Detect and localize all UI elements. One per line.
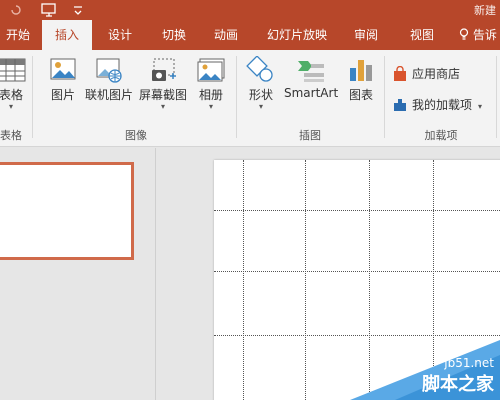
addins-icon bbox=[394, 99, 406, 111]
screenshot-button[interactable]: 屏幕截图 ▾ bbox=[138, 56, 188, 111]
redo-icon[interactable] bbox=[8, 1, 26, 19]
chart-icon bbox=[350, 60, 372, 81]
online-picture-button[interactable]: 联机图片 bbox=[84, 56, 134, 103]
tab-insert[interactable]: 插入 bbox=[42, 20, 92, 50]
watermark-url: jb51.net bbox=[444, 356, 494, 370]
photo-album-button[interactable]: 相册 ▾ bbox=[194, 56, 228, 111]
screenshot-label: 屏幕截图 bbox=[138, 88, 187, 102]
divider bbox=[32, 56, 33, 138]
store-icon bbox=[394, 65, 406, 81]
group-label-illustrations: 插图 bbox=[299, 129, 321, 142]
title-bar: 新建 bbox=[0, 0, 500, 20]
picture-icon bbox=[50, 58, 76, 80]
smartart-icon bbox=[298, 61, 324, 82]
divider bbox=[384, 56, 385, 138]
office-store-button[interactable]: 应用商店 bbox=[392, 64, 460, 84]
tell-me-label: 告诉 bbox=[472, 28, 497, 42]
divider bbox=[236, 56, 237, 138]
tab-design[interactable]: 设计 bbox=[100, 20, 140, 50]
customize-quick-access-icon[interactable] bbox=[72, 1, 90, 19]
chevron-down-icon: ▾ bbox=[8, 102, 13, 111]
tab-home[interactable]: 开始 bbox=[0, 20, 36, 50]
my-addins-label: 我的加载项 bbox=[412, 98, 473, 112]
lightbulb-icon bbox=[459, 22, 469, 52]
gridline bbox=[305, 160, 306, 400]
present-from-start-icon[interactable] bbox=[40, 1, 58, 19]
chevron-down-icon: ▾ bbox=[258, 102, 263, 111]
chevron-down-icon: ▾ bbox=[478, 102, 483, 111]
shapes-button[interactable]: 形状 ▾ bbox=[244, 56, 278, 111]
gridline bbox=[214, 210, 500, 211]
divider bbox=[496, 56, 497, 138]
screenshot-icon bbox=[152, 58, 176, 81]
chart-button[interactable]: 图表 bbox=[344, 56, 378, 103]
tab-slideshow[interactable]: 幻灯片放映 bbox=[262, 20, 332, 50]
photo-album-icon bbox=[197, 58, 225, 82]
tab-view[interactable]: 视图 bbox=[402, 20, 442, 50]
slide-thumbnails-pane[interactable] bbox=[0, 148, 156, 400]
store-label: 应用商店 bbox=[412, 67, 461, 81]
picture-label: 图片 bbox=[50, 88, 75, 102]
gridline bbox=[214, 271, 500, 272]
picture-button[interactable]: 图片 bbox=[46, 56, 80, 103]
tab-animations[interactable]: 动画 bbox=[206, 20, 246, 50]
chevron-down-icon: ▾ bbox=[208, 102, 213, 111]
ribbon-panel: 表格 ▾ 表格 图片 联机图片 屏幕截图 ▾ 相册 ▾ 图像 形状 ▾ Smar… bbox=[0, 50, 500, 147]
shapes-icon bbox=[246, 56, 273, 82]
chart-label: 图表 bbox=[348, 88, 373, 102]
group-label-addins: 加载项 bbox=[424, 129, 458, 142]
online-picture-label: 联机图片 bbox=[84, 88, 133, 102]
smartart-label: SmartArt bbox=[284, 86, 339, 100]
gridline bbox=[214, 335, 500, 336]
shapes-label: 形状 bbox=[248, 88, 273, 102]
gridline bbox=[243, 160, 244, 400]
table-label: 表格 bbox=[0, 88, 23, 102]
document-title: 新建 bbox=[474, 4, 496, 17]
group-label-tables: 表格 bbox=[0, 129, 22, 142]
tab-transitions[interactable]: 切换 bbox=[154, 20, 194, 50]
tab-tell-me[interactable]: 告诉 bbox=[456, 20, 500, 50]
table-button[interactable]: 表格 ▾ bbox=[0, 56, 28, 111]
group-label-images: 图像 bbox=[125, 129, 147, 142]
tab-review[interactable]: 审阅 bbox=[346, 20, 386, 50]
my-addins-button[interactable]: 我的加载项 ▾ bbox=[392, 95, 482, 115]
chevron-down-icon: ▾ bbox=[160, 102, 165, 111]
smartart-button[interactable]: SmartArt bbox=[284, 56, 338, 100]
photo-album-label: 相册 bbox=[198, 88, 223, 102]
ribbon-tabs: 开始 插入 设计 切换 动画 幻灯片放映 审阅 视图 告诉 bbox=[0, 20, 500, 50]
table-icon bbox=[0, 58, 26, 82]
slide-thumbnail[interactable] bbox=[0, 162, 134, 260]
watermark-name: 脚本之家 bbox=[422, 374, 494, 395]
online-picture-icon bbox=[96, 58, 122, 83]
watermark: jb51.net 脚本之家 bbox=[350, 340, 500, 400]
